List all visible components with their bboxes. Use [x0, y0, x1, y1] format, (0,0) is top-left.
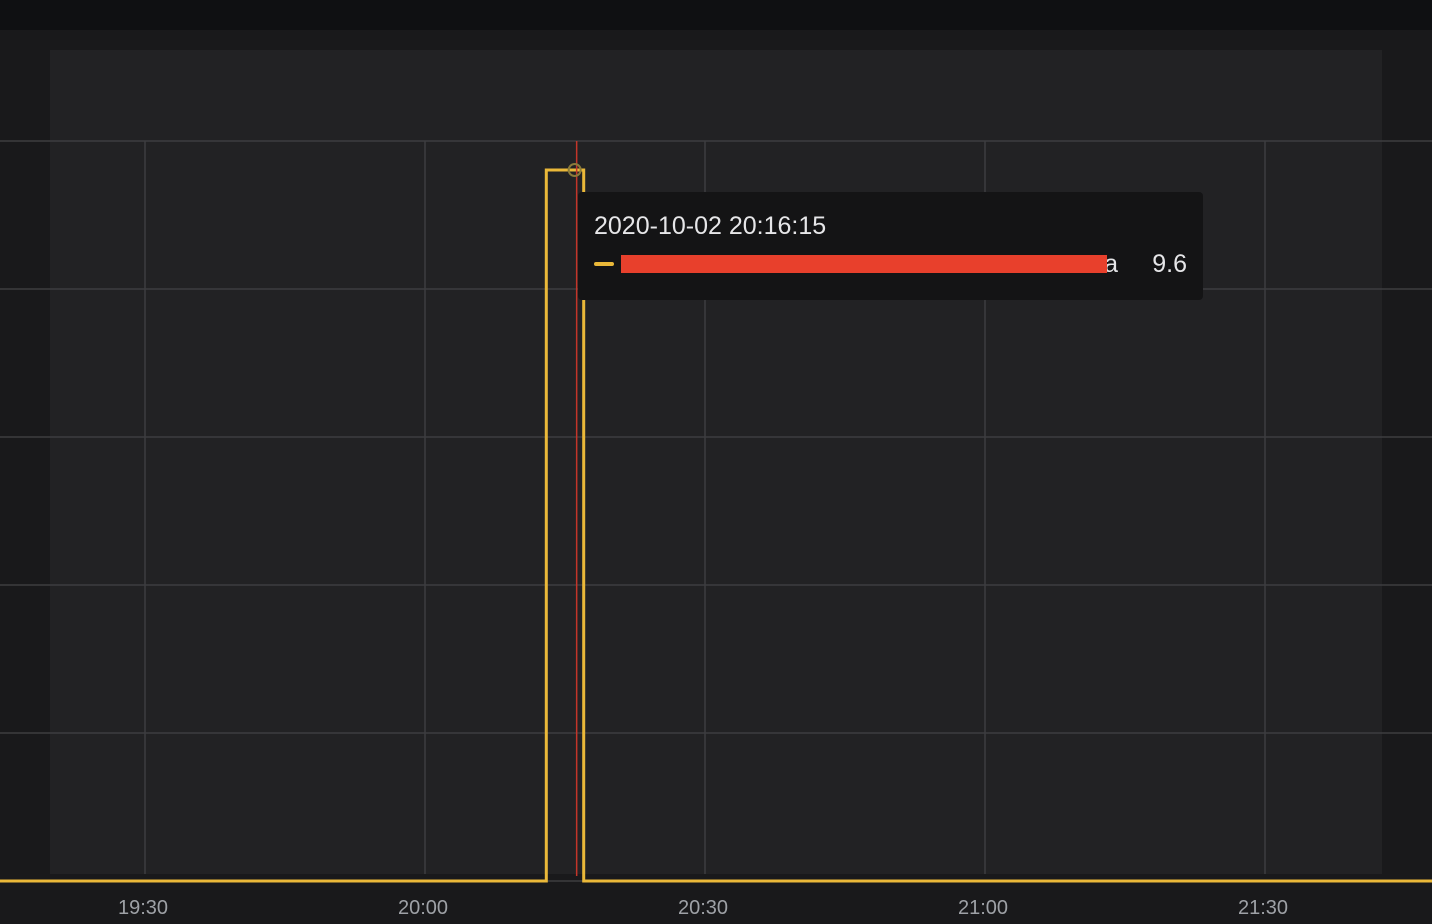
- hover-tooltip: 2020-10-02 20:16:15 a 9.6: [578, 192, 1203, 300]
- x-tick-label: 19:30: [118, 897, 168, 919]
- time-series-chart[interactable]: 19:30 20:00 20:30 21:00 21:30: [0, 0, 1432, 924]
- x-tick-label: 20:30: [678, 897, 728, 919]
- x-axis-ticks: 19:30 20:00 20:30 21:00 21:30: [118, 897, 1288, 919]
- tooltip-timestamp: 2020-10-02 20:16:15: [594, 212, 827, 240]
- x-tick-label: 21:00: [958, 897, 1008, 919]
- redaction-bar: [621, 255, 1107, 273]
- x-tick-label: 20:00: [398, 897, 448, 919]
- tooltip-series-row: a 9.6: [594, 250, 1187, 280]
- x-tick-label: 21:30: [1238, 897, 1288, 919]
- series-color-swatch: [594, 262, 614, 266]
- tooltip-series-value: 9.6: [1152, 250, 1187, 278]
